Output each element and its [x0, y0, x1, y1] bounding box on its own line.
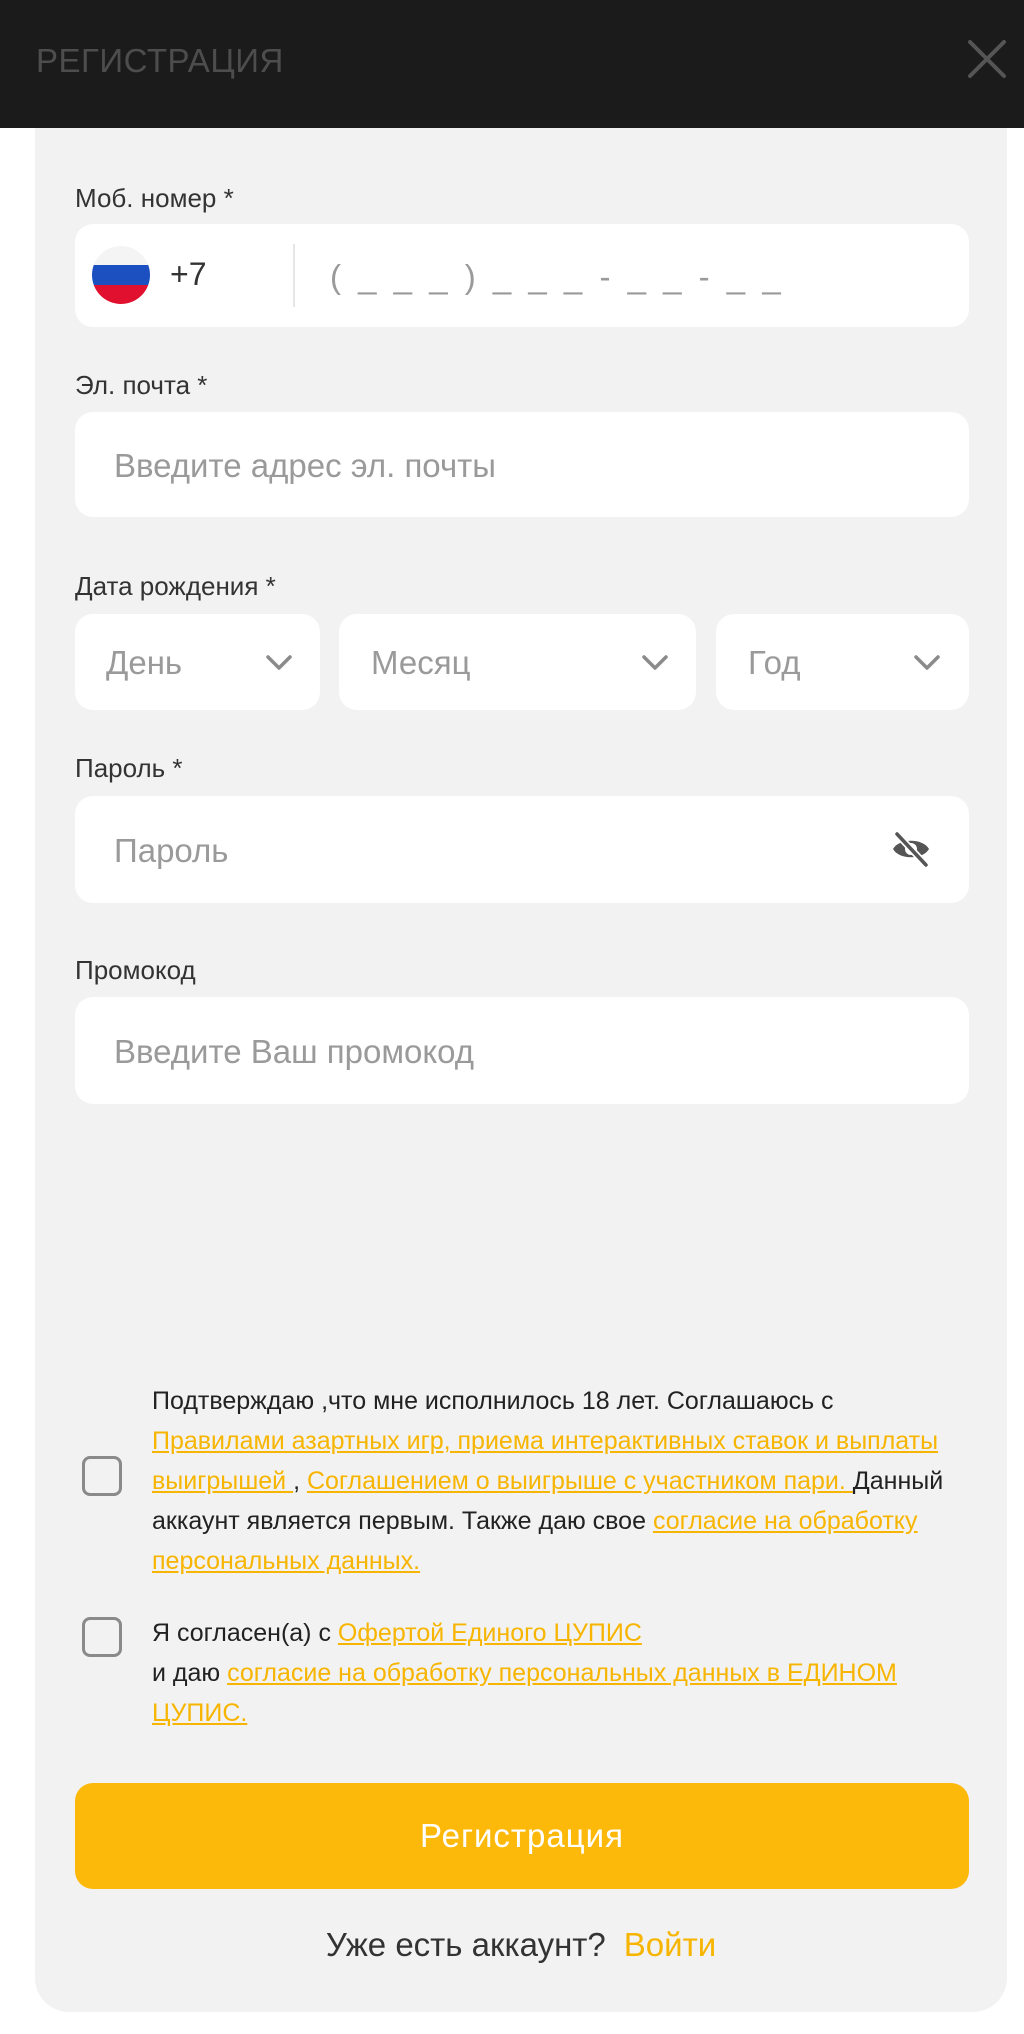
password-placeholder: Пароль: [114, 832, 229, 869]
close-icon[interactable]: [962, 34, 1012, 84]
register-button[interactable]: Регистрация: [75, 1783, 969, 1889]
login-row: Уже есть аккаунт? Войти: [0, 1926, 1024, 1964]
header-bar: РЕГИСТРАЦИЯ: [0, 0, 1024, 128]
email-label: Эл. почта *: [75, 370, 208, 400]
russia-flag-icon[interactable]: [92, 246, 150, 304]
consent-age-checkbox[interactable]: [82, 1456, 122, 1496]
year-select[interactable]: Год: [716, 614, 969, 710]
day-select[interactable]: День: [75, 614, 320, 710]
divider: [293, 244, 295, 307]
consent-text: Я согласен(а) с: [152, 1619, 338, 1647]
phone-field[interactable]: +7 ( _ _ _ ) _ _ _ - _ _ - _ _: [75, 224, 969, 327]
login-question: Уже есть аккаунт?: [325, 1926, 606, 1963]
chevron-down-icon: [914, 655, 940, 670]
chevron-down-icon: [642, 655, 668, 670]
promo-field[interactable]: Введите Ваш промокод: [75, 997, 969, 1104]
promo-placeholder: Введите Ваш промокод: [114, 1033, 475, 1070]
country-code[interactable]: +7: [170, 256, 206, 293]
month-select[interactable]: Месяц: [339, 614, 696, 710]
consent-cupis-text: Я согласен(а) с Офертой Единого ЦУПИС и …: [152, 1613, 952, 1733]
birthdate-label: Дата рождения *: [75, 571, 276, 601]
promo-label: Промокод: [75, 955, 196, 985]
month-select-value: Месяц: [371, 644, 471, 681]
agreement-link[interactable]: Соглашением о выигрыше с участником пари…: [307, 1467, 853, 1495]
cupis-personal-data-link[interactable]: согласие на обработку персональных данны…: [152, 1659, 897, 1727]
consent-separator: ,: [293, 1467, 307, 1495]
password-field[interactable]: Пароль: [75, 796, 969, 903]
email-placeholder: Введите адрес эл. почты: [114, 447, 496, 484]
consent-cupis-checkbox[interactable]: [82, 1617, 122, 1657]
consent-age-text: Подтверждаю ,что мне исполнилось 18 лет.…: [152, 1381, 952, 1581]
login-link[interactable]: Войти: [624, 1926, 716, 1963]
year-select-value: Год: [748, 644, 801, 681]
consent-text: Подтверждаю ,что мне исполнилось 18 лет.…: [152, 1387, 834, 1415]
eye-off-icon[interactable]: [890, 829, 932, 869]
phone-input[interactable]: ( _ _ _ ) _ _ _ - _ _ - _ _: [330, 258, 785, 296]
page-title: РЕГИСТРАЦИЯ: [36, 42, 284, 79]
chevron-down-icon: [266, 655, 292, 670]
day-select-value: День: [106, 644, 183, 681]
phone-label: Моб. номер *: [75, 183, 234, 213]
email-field[interactable]: Введите адрес эл. почты: [75, 412, 969, 517]
consent-text: и даю: [152, 1659, 228, 1687]
password-label: Пароль *: [75, 753, 183, 783]
cupis-offer-link[interactable]: Офертой Единого ЦУПИС: [338, 1619, 642, 1647]
